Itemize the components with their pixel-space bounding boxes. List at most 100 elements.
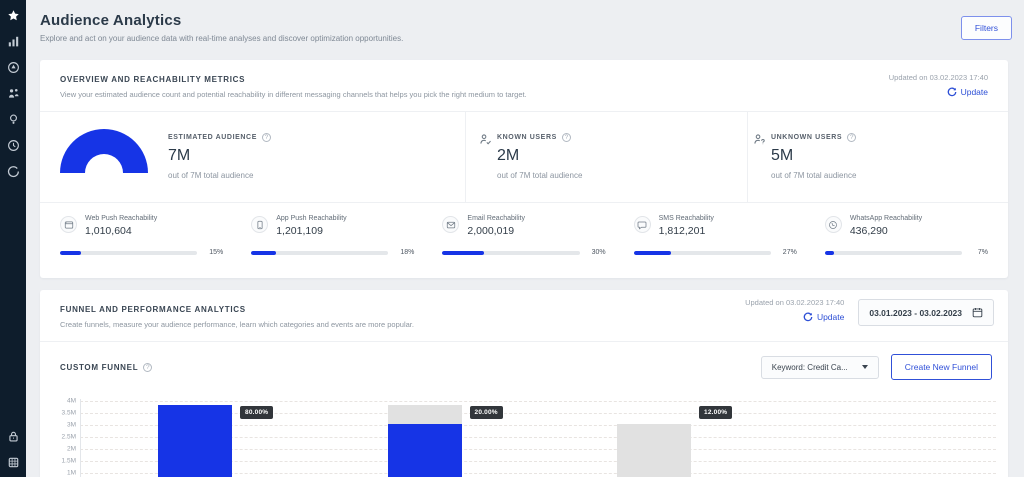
campaigns-icon bbox=[7, 61, 20, 74]
funnel-bar-segment[interactable] bbox=[388, 424, 462, 477]
known-users-sub: out of 7M total audience bbox=[497, 171, 582, 180]
custom-funnel-toolbar: CUSTOM FUNNEL Keyword: Credit Ca... Crea… bbox=[40, 342, 1008, 390]
reachability-label: Web Push Reachability bbox=[85, 215, 157, 222]
sidebar-item-history[interactable] bbox=[6, 138, 20, 152]
keyword-filter-value: Keyword: Credit Ca... bbox=[772, 363, 848, 372]
create-new-funnel-button[interactable]: Create New Funnel bbox=[891, 354, 992, 380]
known-users-value: 2M bbox=[497, 147, 582, 165]
sidebar bbox=[0, 0, 26, 477]
y-axis-line bbox=[80, 399, 81, 477]
unknown-users-value: 5M bbox=[771, 147, 856, 165]
date-range-picker[interactable]: 03.01.2023 - 03.02.2023 bbox=[858, 299, 994, 326]
info-icon[interactable] bbox=[143, 363, 152, 372]
reachability-progress-fill bbox=[251, 251, 276, 255]
reachability-progress-fill bbox=[60, 251, 81, 255]
reachability-label: Email Reachability bbox=[467, 215, 525, 222]
reachability-progress-track bbox=[251, 251, 388, 255]
funnel-update-label: Update bbox=[817, 312, 844, 322]
known-users-label: KNOWN USERS bbox=[497, 134, 557, 141]
mobile-icon bbox=[251, 216, 268, 233]
sidebar-item-lock[interactable] bbox=[6, 429, 20, 443]
reachability-percent: 7% bbox=[968, 249, 988, 256]
reachability-card: Web Push Reachability 1,010,604 15% bbox=[60, 215, 223, 256]
funnel-percentage-badge: 80.00% bbox=[240, 406, 273, 419]
unknown-users-label: UNKNOWN USERS bbox=[771, 134, 842, 141]
history-icon bbox=[7, 139, 20, 152]
reachability-progress-track bbox=[634, 251, 771, 255]
reachability-card: Email Reachability2,000,01930% bbox=[442, 215, 605, 256]
funnel-bar-dropoff-segment[interactable] bbox=[388, 405, 462, 424]
sidebar-item-star[interactable] bbox=[6, 8, 20, 22]
apps-icon bbox=[7, 456, 20, 469]
sidebar-top-icons bbox=[6, 8, 20, 178]
reachability-percent: 18% bbox=[394, 249, 414, 256]
info-icon[interactable] bbox=[847, 133, 856, 142]
reachability-progress-fill bbox=[442, 251, 483, 255]
funnel-updated-text: Updated on 03.02.2023 17:40 bbox=[745, 298, 844, 307]
refresh-icon bbox=[803, 312, 813, 322]
estimated-audience-value: 7M bbox=[168, 147, 271, 165]
reachability-value: 1,812,201 bbox=[659, 225, 714, 237]
funnel-update-link[interactable]: Update bbox=[803, 312, 844, 322]
sidebar-item-sync[interactable] bbox=[6, 164, 20, 178]
date-range-value: 03.01.2023 - 03.02.2023 bbox=[869, 308, 962, 318]
info-icon[interactable] bbox=[262, 133, 271, 142]
funnel-bar-segment[interactable] bbox=[158, 405, 232, 477]
reachability-row: Web Push Reachability1,010,60415%App Pus… bbox=[40, 202, 1008, 256]
audience-analytics-page: Audience Analytics Explore and act on yo… bbox=[0, 0, 1024, 477]
reachability-progress-track bbox=[60, 251, 197, 255]
filters-button[interactable]: Filters bbox=[961, 16, 1012, 40]
reachability-percent: 30% bbox=[586, 249, 606, 256]
star-icon bbox=[7, 9, 20, 22]
unknown-users-sub: out of 7M total audience bbox=[771, 171, 856, 180]
funnel-card-header: FUNNEL AND PERFORMANCE ANALYTICS Create … bbox=[40, 290, 1008, 342]
sidebar-item-audience[interactable] bbox=[6, 86, 20, 100]
reachability-percent: 15% bbox=[203, 249, 223, 256]
sidebar-item-campaigns[interactable] bbox=[6, 60, 20, 74]
reachability-value: 1,010,604 bbox=[85, 225, 157, 237]
reachability-value: 436,290 bbox=[850, 225, 922, 237]
refresh-icon bbox=[947, 87, 957, 97]
estimated-audience-block: ESTIMATED AUDIENCE 7M out of 7M total au… bbox=[40, 112, 465, 202]
audience-gauge bbox=[60, 129, 148, 173]
y-axis-tick-label: 2M bbox=[44, 446, 76, 453]
overview-title: OVERVIEW AND REACHABILITY METRICS bbox=[60, 75, 988, 84]
lock-icon bbox=[7, 430, 20, 443]
known-users-block: KNOWN USERS 2M out of 7M total audience bbox=[465, 112, 747, 202]
reachability-progress-track bbox=[442, 251, 579, 255]
y-axis-tick-label: 4M bbox=[44, 398, 76, 405]
funnel-percentage-badge: 20.00% bbox=[470, 406, 503, 419]
overview-update-link[interactable]: Update bbox=[947, 87, 988, 97]
whatsapp-icon bbox=[825, 216, 842, 233]
reachability-progress-fill bbox=[634, 251, 671, 255]
custom-funnel-label: CUSTOM FUNNEL bbox=[60, 363, 138, 372]
audience-icon bbox=[7, 87, 20, 100]
sidebar-item-apps[interactable] bbox=[6, 455, 20, 469]
y-axis-tick-label: 1.5M bbox=[44, 458, 76, 465]
funnel-chart: 4M3.5M3M2.5M2M1.5M1M80.00%20.00%12.00% bbox=[40, 395, 996, 477]
y-axis-tick-label: 1M bbox=[44, 470, 76, 477]
funnel-updated-block: Updated on 03.02.2023 17:40 Update bbox=[745, 298, 844, 327]
info-icon[interactable] bbox=[562, 133, 571, 142]
keyword-filter-dropdown[interactable]: Keyword: Credit Ca... bbox=[761, 356, 879, 379]
reachability-label: WhatsApp Reachability bbox=[850, 215, 922, 222]
y-axis-tick-label: 3.5M bbox=[44, 410, 76, 417]
overview-description: View your estimated audience count and p… bbox=[60, 90, 988, 99]
calendar-icon bbox=[972, 307, 983, 318]
funnel-card: FUNNEL AND PERFORMANCE ANALYTICS Create … bbox=[40, 290, 1008, 477]
funnel-bar-dropoff-segment[interactable] bbox=[617, 424, 691, 477]
sync-icon bbox=[7, 165, 20, 178]
unknown-users-block: UNKNOWN USERS 5M out of 7M total audienc… bbox=[747, 112, 1008, 202]
page-subtitle: Explore and act on your audience data wi… bbox=[40, 34, 403, 43]
reachability-progress-track bbox=[825, 251, 962, 255]
reachability-card: SMS Reachability1,812,20127% bbox=[634, 215, 797, 256]
y-axis-tick-label: 2.5M bbox=[44, 434, 76, 441]
chart-gridline bbox=[80, 401, 996, 402]
sidebar-item-idea[interactable] bbox=[6, 112, 20, 126]
sidebar-item-analytics[interactable] bbox=[6, 34, 20, 48]
chevron-down-icon bbox=[862, 365, 868, 369]
page-title: Audience Analytics bbox=[40, 12, 181, 29]
person-question-icon bbox=[753, 133, 766, 146]
overview-update-label: Update bbox=[961, 87, 988, 97]
reachability-progress-fill bbox=[825, 251, 835, 255]
